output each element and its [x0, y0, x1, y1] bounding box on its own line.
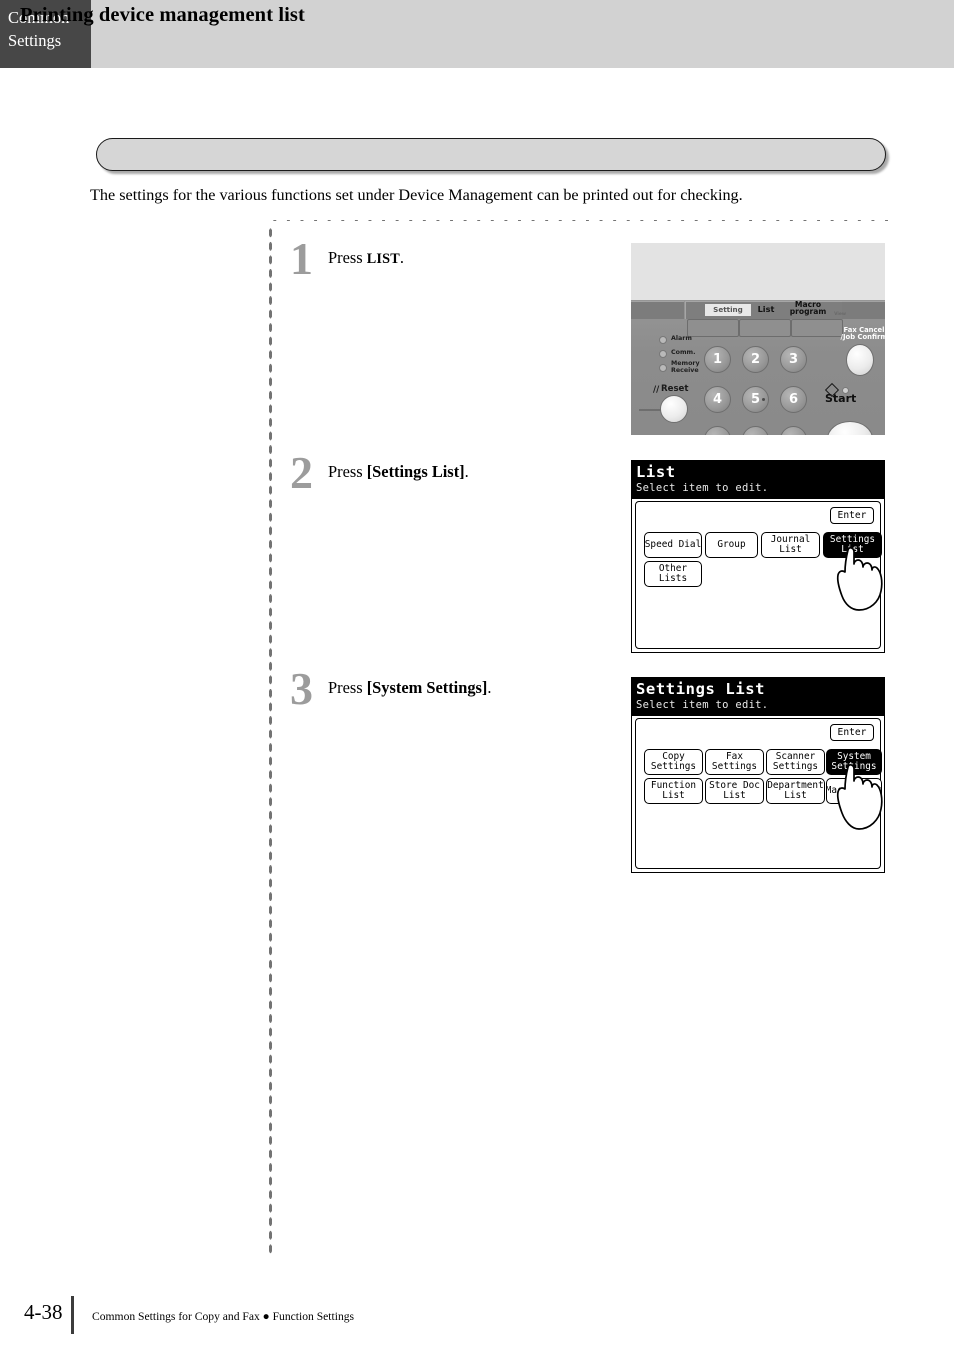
fax-cancel-button[interactable]	[846, 344, 874, 376]
lcd-settings-title: Settings List	[636, 680, 766, 698]
enter-button-step3[interactable]: Enter	[830, 724, 874, 741]
step-1-text-post: .	[399, 248, 404, 267]
lcd-button-fax-settings[interactable]: Fax Settings	[705, 749, 764, 775]
footer-breadcrumb: Common Settings for Copy and Fax ● Funct…	[92, 1310, 355, 1323]
lcd-list-title: List	[636, 463, 676, 481]
lcd-button-macro-list[interactable]: Macro List	[826, 778, 882, 804]
start-label: Start	[825, 392, 857, 405]
led-comm-label: Comm.	[671, 349, 696, 356]
lcd-button-fax-settings-line2: Settings	[711, 761, 758, 772]
panel-button-setting[interactable]	[687, 319, 739, 337]
step-2-text-post: .	[464, 462, 469, 481]
lcd-button-function-list[interactable]: Function List	[644, 778, 703, 804]
lcd-button-journal-list[interactable]: Journal List	[761, 532, 820, 558]
lcd-button-group-line1: Group	[717, 538, 746, 550]
intro-paragraph: The settings for the various functions s…	[90, 186, 743, 204]
step-3-text: Press [System Settings].	[328, 678, 491, 698]
lcd-button-department-list-line2: List	[784, 790, 807, 801]
lcd-screen-settings-list: Settings List Select item to edit. Enter…	[631, 677, 885, 873]
dotted-rule-vertical	[268, 226, 273, 1258]
tab-setting-label[interactable]: Setting	[705, 304, 751, 316]
section-tab-line2: Settings	[8, 31, 62, 50]
tab-macro-label-line2[interactable]: program	[785, 308, 831, 316]
panel-button-list[interactable]	[739, 319, 791, 337]
page-title: Printing device management list	[20, 4, 305, 26]
led-receive-label: Receive	[671, 367, 699, 374]
step-3-text-post: .	[487, 678, 492, 697]
reset-connector-line	[639, 409, 661, 411]
fax-cancel-label-line2: /Job Confirm	[840, 333, 885, 341]
tab-list-label[interactable]: List	[749, 305, 783, 313]
lcd-button-macro-list-line1: Macro List	[826, 784, 882, 796]
lcd-button-copy-settings[interactable]: Copy Settings	[644, 749, 703, 775]
lcd-button-group[interactable]: Group	[705, 532, 758, 558]
step-2-text: Press [Settings List].	[328, 462, 469, 482]
lcd-list-header: List Select item to edit.	[632, 461, 884, 499]
step-1-key: LIST	[366, 251, 400, 267]
step-3-text-pre: Press	[328, 678, 367, 697]
numkey-3[interactable]: 3	[780, 346, 807, 373]
step-3-number: 3	[290, 663, 313, 714]
numkey-5-dot-icon	[762, 398, 765, 401]
lcd-button-function-list-line2: List	[662, 790, 685, 801]
lcd-settings-header: Settings List Select item to edit.	[632, 678, 884, 716]
section-title-pill	[96, 138, 886, 171]
lcd-button-system-settings-line2: Settings	[831, 761, 877, 772]
lcd-button-other-lists-line2: Lists	[658, 573, 688, 584]
lcd-button-department-list[interactable]: Department List	[766, 778, 825, 804]
page-number: 4-38	[24, 1300, 63, 1324]
lcd-button-scanner-settings-line2: Settings	[772, 761, 819, 772]
numkey-6[interactable]: 6	[780, 386, 807, 413]
step-1-text: Press LIST.	[328, 248, 404, 268]
lcd-button-other-lists[interactable]: Other Lists	[644, 561, 702, 587]
led-alarm-label: Alarm	[671, 335, 692, 342]
lcd-button-store-doc-list[interactable]: Store Doc List	[705, 778, 764, 804]
step-1-text-pre: Press	[328, 248, 367, 267]
reset-button[interactable]	[660, 395, 688, 423]
lcd-button-copy-settings-line2: Settings	[650, 761, 697, 772]
lcd-button-system-settings[interactable]: System Settings	[826, 749, 882, 775]
tab-strip-left	[631, 301, 684, 319]
numkey-2[interactable]: 2	[742, 346, 769, 373]
lcd-settings-subtitle: Select item to edit.	[636, 699, 769, 711]
lcd-button-scanner-settings[interactable]: Scanner Settings	[766, 749, 825, 775]
step-2-number: 2	[290, 447, 313, 498]
led-comm-icon	[659, 350, 667, 358]
lcd-button-settings-list-line2: List	[841, 544, 864, 555]
lcd-button-journal-list-line2: List	[779, 544, 802, 555]
footer-divider	[71, 1296, 74, 1334]
lcd-button-settings-list[interactable]: Settings List	[823, 532, 882, 558]
led-alarm-icon	[659, 336, 667, 344]
reset-label: Reset	[661, 384, 689, 394]
tab-view-label: View	[834, 312, 846, 317]
lcd-list-subtitle: Select item to edit.	[636, 482, 769, 494]
numkey-4[interactable]: 4	[704, 386, 731, 413]
step-2-text-pre: Press	[328, 462, 367, 481]
enter-button-step2[interactable]: Enter	[830, 507, 874, 524]
lcd-button-speed-dial-line1: Speed Dial	[644, 538, 702, 550]
numkey-1[interactable]: 1	[704, 346, 731, 373]
lcd-list-body: Enter Speed Dial Group Journal List Sett…	[635, 501, 883, 649]
step-1-number: 1	[290, 233, 313, 284]
control-panel-illustration: Setting List Macro program View Alarm Co…	[631, 243, 885, 435]
reset-slash-icon: //	[653, 385, 660, 395]
lcd-button-speed-dial[interactable]: Speed Dial	[644, 532, 702, 558]
dotted-rule-horizontal	[268, 218, 888, 223]
step-3-key: [System Settings]	[366, 678, 488, 697]
lcd-screen-list: List Select item to edit. Enter Speed Di…	[631, 460, 885, 653]
step-2-key: [Settings List]	[366, 462, 465, 481]
lcd-settings-body: Enter Copy Settings Fax Settings Scanner…	[635, 718, 883, 869]
led-memory-receive-icon	[659, 364, 667, 372]
lcd-button-store-doc-list-line2: List	[723, 790, 746, 801]
control-panel-display-area	[631, 243, 885, 300]
